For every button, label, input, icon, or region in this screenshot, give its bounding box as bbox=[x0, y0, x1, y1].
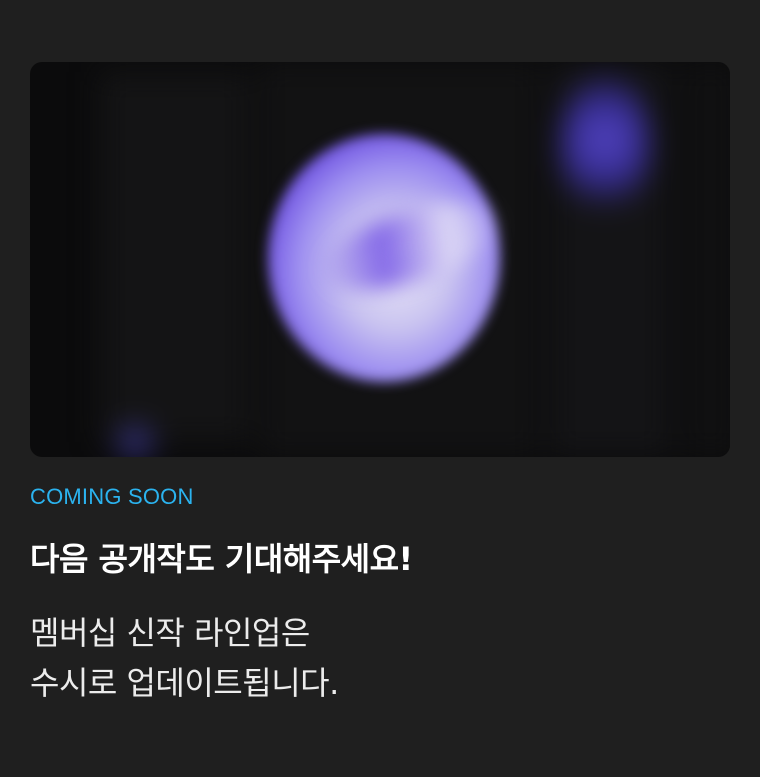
headline: 다음 공개작도 기대해주세요! bbox=[30, 540, 413, 578]
coming-soon-card: COMING SOON 다음 공개작도 기대해주세요! 멤버십 신작 라인업은 … bbox=[0, 0, 760, 777]
description-line-1: 멤버십 신작 라인업은 bbox=[30, 614, 310, 652]
description: 멤버십 신작 라인업은 수시로 업데이트됩니다. bbox=[30, 608, 710, 708]
description-line-2: 수시로 업데이트됩니다. bbox=[30, 664, 339, 702]
preview-accent-glow-small bbox=[105, 422, 165, 457]
coming-soon-label: COMING SOON bbox=[30, 484, 194, 509]
preview-accent-glow bbox=[560, 72, 650, 222]
preview-tile-far-right bbox=[680, 62, 730, 457]
blurred-preview-image bbox=[30, 62, 730, 457]
preview-tile-left bbox=[100, 72, 250, 442]
